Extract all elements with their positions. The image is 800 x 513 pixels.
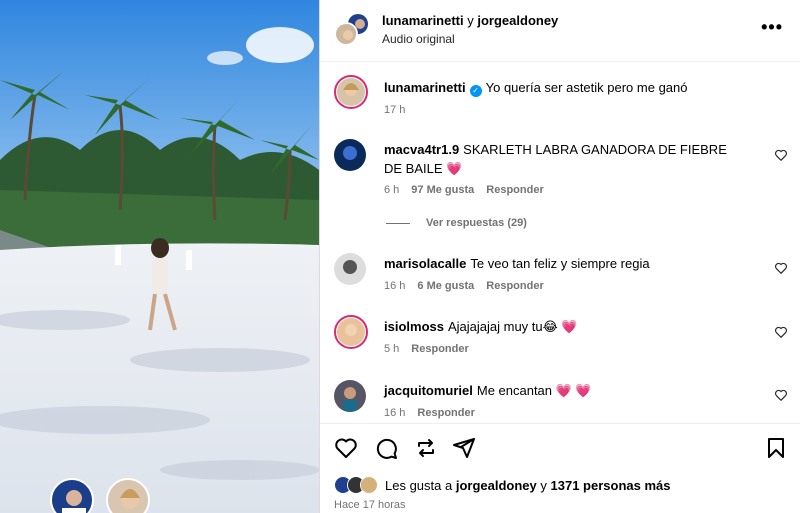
caption: lunamarinetti ✓ Yo quería ser astetik pero… [384,78,744,97]
comment-meta: 16 h Responder [384,407,475,419]
comment-text: marisolacalle Te veo tan feliz y siempre … [384,254,744,273]
comment-avatar[interactable] [334,315,368,349]
view-replies-label[interactable]: Ver respuestas (29) [426,217,527,229]
heart-icon[interactable] [774,325,788,339]
beach-scene-image [0,0,319,513]
caption-meta: 17 h [384,104,405,116]
post-timestamp: Hace 17 horas [334,499,406,511]
caption-username[interactable]: lunamarinetti [384,80,466,95]
likes-text: Les gusta a jorgealdoney y 1371 personas… [385,478,670,493]
post-header: lunamarinetti y jorgealdoney Audio origi… [320,0,800,62]
likes-joiner: y [540,477,547,493]
reply-button[interactable]: Responder [486,184,543,196]
reel-video[interactable] [0,0,319,513]
comment-meta: 6 h 97 Me gusta Responder [384,184,544,196]
comment-time: 5 h [384,343,400,355]
comment-likes[interactable]: 6 Me gusta [417,280,474,292]
likes-others[interactable]: 1371 personas más [551,478,671,493]
reply-button[interactable]: Responder [486,280,543,292]
comment-body: Te veo tan feliz y siempre regia [470,256,650,271]
caption-author-avatar[interactable] [334,75,368,109]
comment-icon[interactable] [374,436,398,460]
reply-button[interactable]: Responder [411,343,468,355]
comment-username[interactable]: jacquitomuriel [384,383,473,398]
comment-meta: 5 h Responder [384,343,469,355]
header-joiner: y [467,13,474,28]
verified-badge-icon: ✓ [469,85,482,97]
likes-prefix: Les gusta a [385,477,453,493]
creator-avatar-2[interactable] [106,478,150,513]
comment-likes[interactable]: 97 Me gusta [411,184,474,196]
avatar [360,476,378,494]
comment-text: jacquitomuriel Me encantan 💗 💗 [384,381,744,400]
heart-icon[interactable] [774,388,788,402]
save-icon[interactable] [764,436,788,460]
comment-username[interactable]: marisolacalle [384,256,466,271]
divider [386,222,410,224]
avatar[interactable] [334,22,358,46]
creator-avatar-1[interactable] [50,478,94,513]
comment-meta: 16 h 6 Me gusta Responder [384,280,544,292]
post-details-panel: lunamarinetti y jorgealdoney Audio origi… [319,0,800,513]
heart-icon[interactable] [774,261,788,275]
caption-time: 17 h [384,104,406,116]
likes-summary[interactable]: Les gusta a jorgealdoney y 1371 personas… [334,476,670,494]
view-replies-button[interactable]: Ver respuestas (29) [386,217,527,229]
comment-avatar[interactable] [334,253,366,285]
likes-user[interactable]: jorgealdoney [456,478,537,493]
reply-button[interactable]: Responder [417,407,474,419]
more-options-icon[interactable]: ••• [761,18,783,36]
post-actions: Les gusta a jorgealdoney y 1371 personas… [320,423,800,513]
repost-icon[interactable] [414,436,438,460]
header-user-2[interactable]: jorgealdoney [477,13,558,28]
comment-body: Ajajajajaj muy tu😂 💗 [447,319,578,334]
comments-list[interactable]: lunamarinetti ✓ Yo quería ser astetik pero… [320,63,800,423]
comment-time: 16 h [384,280,406,292]
heart-icon[interactable] [334,436,358,460]
comment-body: Me encantan 💗 💗 [476,383,592,398]
header-user-1[interactable]: lunamarinetti [382,13,464,28]
collab-avatars[interactable] [334,12,370,48]
comment-text: macva4tr1.9 SKARLETH LABRA GANADORA DE FI… [384,140,744,178]
share-icon[interactable] [452,436,476,460]
comment-avatar[interactable] [334,139,366,171]
caption-text: Yo quería ser astetik pero me ganó [485,80,688,95]
comment-time: 16 h [384,407,406,419]
header-title: lunamarinetti y jorgealdoney [382,13,558,28]
heart-icon[interactable] [774,148,788,162]
comment-avatar[interactable] [334,380,366,412]
audio-label[interactable]: Audio original [382,32,455,46]
comment-username[interactable]: macva4tr1.9 [384,142,459,157]
comment-username[interactable]: isiolmoss [384,319,444,334]
comment-time: 6 h [384,184,400,196]
comment-text: isiolmoss Ajajajajaj muy tu😂 💗 [384,317,744,336]
